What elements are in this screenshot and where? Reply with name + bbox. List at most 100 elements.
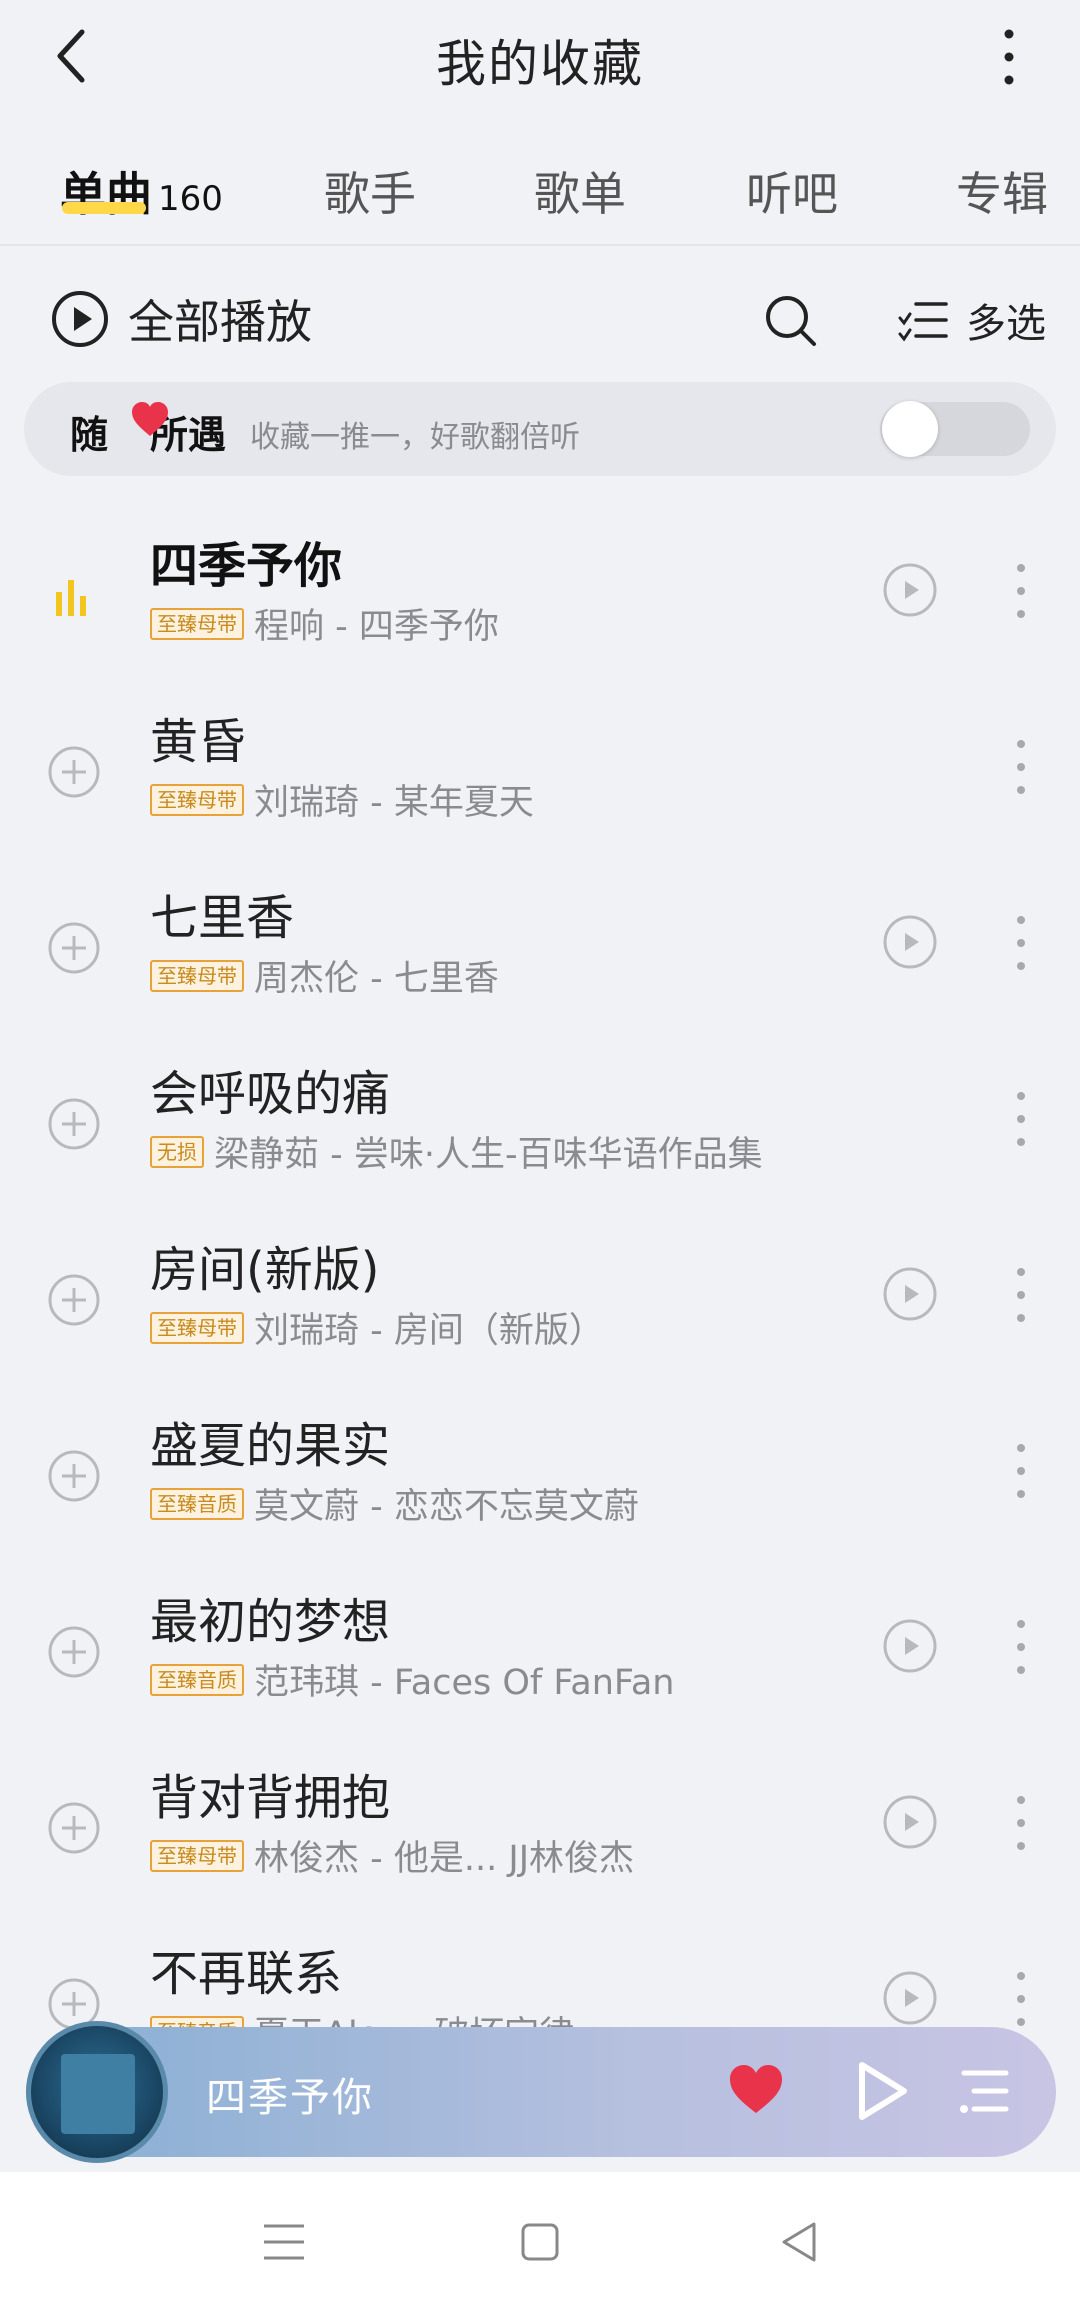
album-cover[interactable]	[26, 2021, 168, 2163]
video-play-icon	[883, 1971, 937, 2025]
song-artist-album: 林俊杰 - 他是... JJ林俊杰	[254, 1839, 635, 1879]
song-artist-album: 周杰伦 - 七里香	[254, 959, 499, 999]
toggle-knob	[882, 401, 938, 457]
favorite-button[interactable]	[726, 2061, 786, 2121]
multi-select-button[interactable]: 多选	[898, 288, 1046, 352]
song-row[interactable]: 背对背拥抱 至臻母带 林俊杰 - 他是... JJ林俊杰	[0, 1750, 1080, 1926]
tab-playlists[interactable]: 歌单	[534, 158, 626, 224]
quality-badge: 至臻音质	[150, 1487, 244, 1520]
system-navigation-bar	[0, 2172, 1080, 2305]
song-more-button[interactable]	[1006, 1788, 1036, 1858]
song-more-button[interactable]	[1006, 732, 1036, 802]
play-all-button[interactable]: 全部播放	[50, 284, 312, 354]
quality-badge: 无损	[150, 1135, 204, 1168]
nav-back-button[interactable]	[770, 2212, 830, 2272]
song-title: 盛夏的果实	[150, 1418, 391, 1474]
tab-songs[interactable]: 单曲 160	[60, 158, 223, 224]
song-title: 背对背拥抱	[150, 1770, 391, 1826]
song-title: 会呼吸的痛	[150, 1066, 391, 1122]
tab-albums[interactable]: 专辑	[956, 158, 1048, 224]
song-artist-album: 莫文蔚 - 恋恋不忘莫文蔚	[254, 1487, 639, 1527]
category-tabs: 单曲 160 歌手 歌单 听吧 专辑	[0, 140, 1080, 240]
song-row[interactable]: 房间(新版) 至臻母带 刘瑞琦 - 房间（新版）	[0, 1222, 1080, 1398]
more-vertical-icon	[1017, 564, 1025, 618]
more-vertical-icon	[1017, 1092, 1025, 1146]
mv-play-button[interactable]	[882, 1970, 938, 2026]
add-circle-icon[interactable]	[46, 1272, 102, 1328]
song-more-button[interactable]	[1006, 1612, 1036, 1682]
top-bar: 我的收藏	[0, 0, 1080, 115]
mv-play-button[interactable]	[882, 914, 938, 970]
video-play-icon	[883, 563, 937, 617]
song-more-button[interactable]	[1006, 908, 1036, 978]
song-meta: 至臻母带 周杰伦 - 七里香	[150, 950, 499, 1001]
add-circle-icon[interactable]	[46, 1800, 102, 1856]
divider	[0, 244, 1080, 246]
playlist-icon	[960, 2070, 1009, 2113]
multi-select-icon	[898, 302, 948, 342]
more-vertical-icon	[1017, 1796, 1025, 1850]
random-title-part-a: 随	[70, 413, 109, 457]
nav-menu-button[interactable]	[254, 2212, 314, 2272]
add-circle-icon[interactable]	[46, 1096, 102, 1152]
heart-icon	[130, 400, 168, 436]
song-more-button[interactable]	[1006, 1436, 1036, 1506]
mv-play-button[interactable]	[882, 1618, 938, 1674]
mini-player[interactable]: 四季予你	[26, 2021, 1056, 2163]
nav-home-button[interactable]	[510, 2212, 570, 2272]
song-row[interactable]: 最初的梦想 至臻音质 范玮琪 - Faces Of FanFan	[0, 1574, 1080, 1750]
song-title: 房间(新版)	[150, 1242, 380, 1298]
song-artist-album: 程响 - 四季予你	[254, 607, 499, 647]
song-meta: 至臻母带 林俊杰 - 他是... JJ林俊杰	[150, 1830, 634, 1881]
tab-singers[interactable]: 歌手	[324, 158, 416, 224]
song-meta: 至臻母带 刘瑞琦 - 房间（新版）	[150, 1302, 604, 1353]
song-row[interactable]: 黄昏 至臻母带 刘瑞琦 - 某年夏天	[0, 694, 1080, 870]
playlist-button[interactable]	[956, 2063, 1012, 2119]
song-meta: 至臻母带 程响 - 四季予你	[150, 598, 499, 649]
song-more-button[interactable]	[1006, 1084, 1036, 1154]
random-encounter-toggle[interactable]	[880, 401, 1030, 457]
song-meta: 至臻母带 刘瑞琦 - 某年夏天	[150, 774, 534, 825]
song-row[interactable]: 会呼吸的痛 无损 梁静茹 - 尝味·人生-百味华语作品集	[0, 1046, 1080, 1222]
home-square-icon	[521, 2223, 559, 2261]
song-more-button[interactable]	[1006, 1260, 1036, 1330]
song-row[interactable]: 盛夏的果实 至臻音质 莫文蔚 - 恋恋不忘莫文蔚	[0, 1398, 1080, 1574]
quality-badge: 至臻母带	[150, 1311, 244, 1344]
search-button[interactable]	[760, 290, 820, 350]
tab-tingba[interactable]: 听吧	[746, 158, 838, 224]
random-encounter-subtitle: 收藏一推一，好歌翻倍听	[250, 420, 580, 455]
more-vertical-icon	[1017, 1268, 1025, 1322]
quality-badge: 至臻母带	[150, 959, 244, 992]
more-vertical-icon	[1017, 1972, 1025, 2026]
play-circle-icon	[52, 291, 108, 347]
random-encounter-card: 随所遇 收藏一推一，好歌翻倍听	[24, 382, 1056, 476]
add-circle-icon[interactable]	[46, 1624, 102, 1680]
more-vertical-icon	[1004, 29, 1014, 85]
song-meta: 至臻音质 范玮琪 - Faces Of FanFan	[150, 1654, 674, 1705]
list-toolbar: 全部播放 多选	[0, 270, 1080, 370]
song-row[interactable]: 七里香 至臻母带 周杰伦 - 七里香	[0, 870, 1080, 1046]
song-title: 七里香	[150, 890, 295, 946]
mini-play-button[interactable]	[852, 2059, 912, 2123]
song-row[interactable]: 四季予你 至臻母带 程响 - 四季予你	[0, 518, 1080, 694]
heart-icon	[730, 2065, 782, 2113]
mv-play-button[interactable]	[882, 1266, 938, 1322]
now-playing-icon	[46, 568, 102, 624]
mv-play-button[interactable]	[882, 562, 938, 618]
add-circle-icon[interactable]	[46, 920, 102, 976]
song-more-button[interactable]	[1006, 1964, 1036, 2034]
more-vertical-icon	[1017, 1620, 1025, 1674]
page-title: 我的收藏	[436, 35, 644, 93]
song-artist-album: 梁静茹 - 尝味·人生-百味华语作品集	[214, 1135, 763, 1175]
quality-badge: 至臻音质	[150, 1663, 244, 1696]
mini-player-title: 四季予你	[206, 2075, 374, 2121]
more-vertical-icon	[1017, 916, 1025, 970]
song-meta: 无损 梁静茹 - 尝味·人生-百味华语作品集	[150, 1126, 763, 1177]
add-circle-icon[interactable]	[46, 744, 102, 800]
add-circle-icon[interactable]	[46, 1448, 102, 1504]
mv-play-button[interactable]	[882, 1794, 938, 1850]
song-artist-album: 范玮琪 - Faces Of FanFan	[254, 1663, 675, 1703]
song-more-button[interactable]	[1006, 556, 1036, 626]
active-tab-indicator	[62, 202, 146, 214]
more-options-button[interactable]	[994, 24, 1024, 90]
